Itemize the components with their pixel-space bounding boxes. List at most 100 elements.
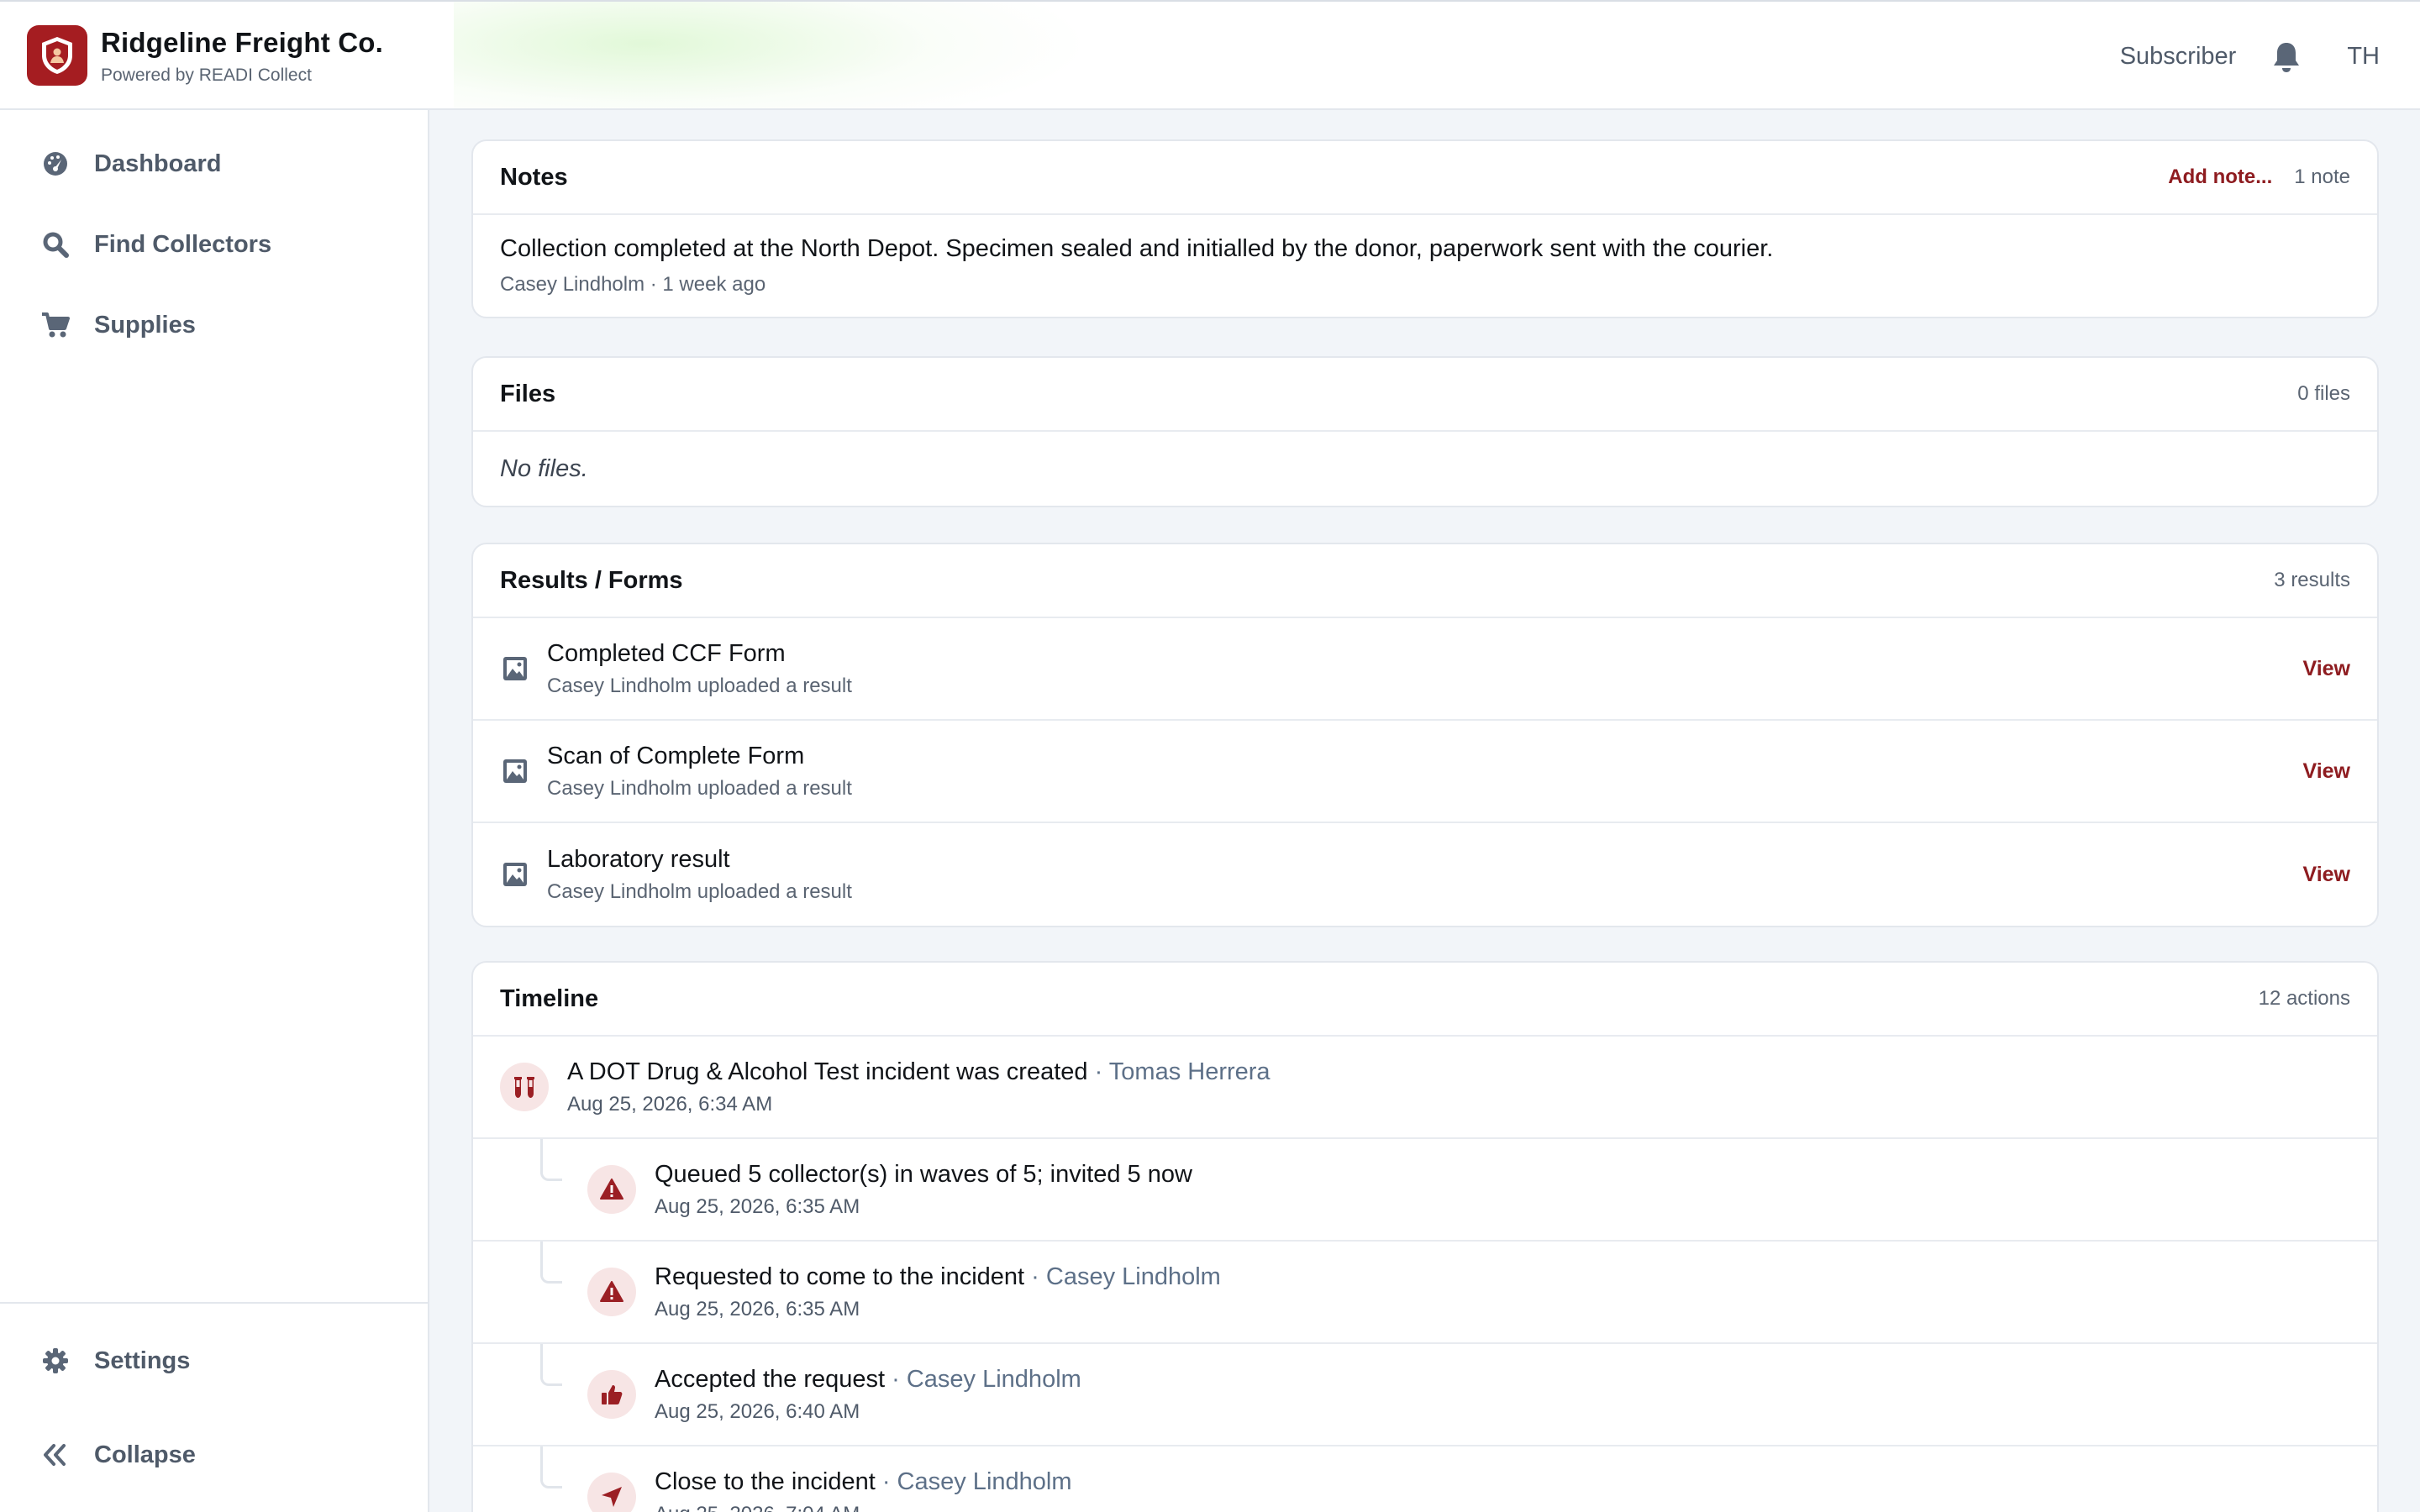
view-result-button[interactable]: View — [2302, 657, 2350, 681]
add-note-button[interactable]: Add note... — [2168, 165, 2272, 189]
result-subtitle: Casey Lindholm uploaded a result — [547, 674, 852, 697]
gear-icon — [40, 1346, 71, 1376]
result-title: Completed CCF Form — [547, 639, 786, 667]
results-header: Results / Forms 3 results — [473, 544, 2377, 618]
timeline-count: 12 actions — [2258, 987, 2350, 1010]
notes-title: Notes — [500, 163, 568, 191]
image-icon — [500, 859, 530, 890]
view-result-button[interactable]: View — [2302, 759, 2350, 784]
sidebar-item-supplies[interactable]: Supplies — [40, 300, 196, 350]
sidebar: Dashboard Find Collectors Supplies Setti… — [0, 110, 429, 1512]
notes-header: Notes Add note... 1 note — [473, 141, 2377, 215]
top-right-controls: Subscriber TH — [2120, 2, 2380, 108]
sidebar-item-find-collectors[interactable]: Find Collectors — [40, 219, 271, 270]
timeline-actor[interactable]: · Tomas Herrera — [1088, 1058, 1270, 1085]
sidebar-item-label: Collapse — [94, 1441, 196, 1468]
timeline-date: Aug 25, 2026, 6:40 AM — [655, 1399, 860, 1423]
timeline-item: Accepted the request · Casey Lindholm Au… — [473, 1344, 2377, 1446]
sidebar-divider — [0, 1302, 428, 1304]
result-text: Laboratory result Casey Lindholm uploade… — [547, 846, 2302, 904]
result-subtitle: Casey Lindholm uploaded a result — [547, 776, 852, 800]
timeline-branch-line — [540, 1139, 562, 1181]
brand-subtitle: Powered by READI Collect — [101, 66, 312, 85]
flask-icon — [500, 1063, 549, 1111]
timeline-action: Accepted the request — [655, 1365, 886, 1393]
files-empty-state: No files. — [500, 454, 588, 482]
note-author: Casey Lindholm · 1 week ago — [500, 273, 766, 296]
user-avatar[interactable]: TH — [2347, 43, 2380, 71]
image-icon — [500, 654, 530, 684]
sidebar-item-dashboard[interactable]: Dashboard — [40, 139, 221, 189]
note-text: Collection completed at the North Depot.… — [500, 235, 1774, 262]
location-arrow-icon — [587, 1473, 636, 1512]
results-title: Results / Forms — [500, 566, 683, 594]
timeline-text: Queued 5 collector(s) in waves of 5; inv… — [655, 1161, 1192, 1219]
timeline-text: Requested to come to the incident · Case… — [655, 1263, 1221, 1321]
files-count: 0 files — [2297, 382, 2350, 405]
sidebar-collapse-button[interactable]: Collapse — [40, 1430, 196, 1480]
result-subtitle: Casey Lindholm uploaded a result — [547, 879, 852, 903]
result-title: Scan of Complete Form — [547, 742, 805, 769]
sidebar-item-label: Dashboard — [94, 150, 222, 177]
view-result-button[interactable]: View — [2302, 863, 2350, 887]
chevrons-left-icon — [40, 1440, 71, 1470]
result-text: Completed CCF Form Casey Lindholm upload… — [547, 640, 2302, 698]
result-row: Completed CCF Form Casey Lindholm upload… — [473, 618, 2377, 721]
files-header: Files 0 files — [473, 358, 2377, 432]
result-title: Laboratory result — [547, 845, 730, 873]
timeline-branch-line — [540, 1344, 562, 1386]
cart-icon — [40, 310, 71, 340]
notes-meta: Add note... 1 note — [2168, 165, 2350, 189]
timeline-branch-line — [540, 1446, 562, 1488]
timeline-actor[interactable]: · Casey Lindholm — [885, 1366, 1081, 1393]
files-card: Files 0 files No files. — [471, 356, 2379, 507]
timeline-date: Aug 25, 2026, 7:04 AM — [655, 1503, 1072, 1512]
timeline-date: Aug 25, 2026, 6:35 AM — [655, 1194, 860, 1218]
brand-name: Ridgeline Freight Co. — [101, 27, 384, 58]
bell-icon[interactable] — [2270, 40, 2303, 74]
warning-icon — [587, 1165, 636, 1214]
thumbs-up-icon — [587, 1370, 636, 1419]
result-row: Scan of Complete Form Casey Lindholm upl… — [473, 721, 2377, 823]
results-count: 3 results — [2274, 569, 2350, 591]
top-bar: Ridgeline Freight Co. Powered by READI C… — [0, 0, 2420, 110]
timeline-text: Close to the incident · Casey Lindholm A… — [655, 1468, 1072, 1512]
timeline-date: Aug 25, 2026, 6:35 AM — [655, 1297, 860, 1320]
timeline-actor[interactable]: · Casey Lindholm — [876, 1468, 1072, 1495]
timeline-action: Close to the incident — [655, 1467, 876, 1495]
header-glow — [454, 2, 1092, 108]
sidebar-item-label: Find Collectors — [94, 230, 272, 258]
image-icon — [500, 756, 530, 786]
notes-count: 1 note — [2294, 165, 2350, 188]
sidebar-item-label: Supplies — [94, 311, 196, 339]
timeline-action: Requested to come to the incident — [655, 1263, 1025, 1290]
role-switcher[interactable]: Subscriber — [2120, 43, 2237, 71]
timeline-action: Queued 5 collector(s) in waves of 5; inv… — [655, 1160, 1192, 1188]
timeline-branch-line — [540, 1242, 562, 1284]
files-title: Files — [500, 380, 556, 407]
dashboard-gauge-icon — [40, 149, 71, 179]
notes-card: Notes Add note... 1 note Collection comp… — [471, 139, 2379, 318]
timeline-text: A DOT Drug & Alcohol Test incident was c… — [567, 1058, 1270, 1116]
note-item: Collection completed at the North Depot.… — [473, 215, 2377, 317]
timeline-card: Timeline 12 actions A DOT Drug & Alcohol… — [471, 961, 2379, 1512]
timeline-text: Accepted the request · Casey Lindholm Au… — [655, 1366, 1081, 1424]
timeline-actor[interactable]: · Casey Lindholm — [1024, 1263, 1221, 1290]
timeline-item: Close to the incident · Casey Lindholm A… — [473, 1446, 2377, 1512]
sidebar-item-settings[interactable]: Settings — [40, 1336, 190, 1386]
timeline-action: A DOT Drug & Alcohol Test incident was c… — [567, 1058, 1088, 1085]
brand: Ridgeline Freight Co. Powered by READI C… — [101, 27, 383, 86]
warning-icon — [587, 1268, 636, 1316]
timeline-item: A DOT Drug & Alcohol Test incident was c… — [473, 1037, 2377, 1139]
search-icon — [40, 229, 71, 260]
timeline-title: Timeline — [500, 984, 599, 1012]
sidebar-item-label: Settings — [94, 1347, 191, 1374]
result-row: Laboratory result Casey Lindholm uploade… — [473, 823, 2377, 926]
timeline-header: Timeline 12 actions — [473, 963, 2377, 1037]
timeline-item: Queued 5 collector(s) in waves of 5; inv… — [473, 1139, 2377, 1242]
result-text: Scan of Complete Form Casey Lindholm upl… — [547, 743, 2302, 801]
results-card: Results / Forms 3 results Completed CCF … — [471, 543, 2379, 927]
timeline-date: Aug 25, 2026, 6:34 AM — [567, 1092, 773, 1116]
timeline-item: Requested to come to the incident · Case… — [473, 1242, 2377, 1344]
shield-logo-icon[interactable] — [27, 25, 87, 86]
